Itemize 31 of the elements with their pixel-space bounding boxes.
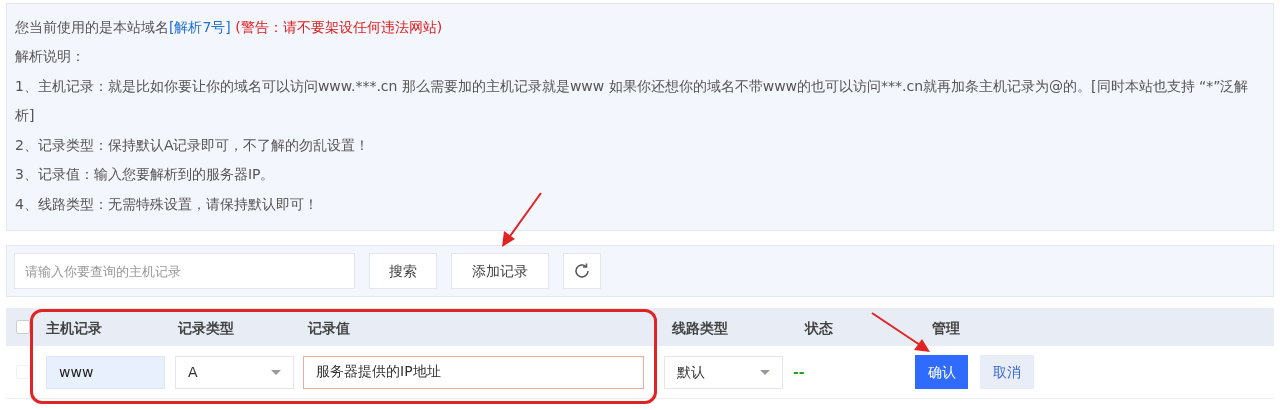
refresh-button[interactable]: [563, 253, 601, 289]
column-header: 线路类型: [672, 319, 728, 338]
arrow-drawing: [870, 311, 932, 355]
column-header: 管理: [932, 319, 960, 338]
value-field[interactable]: 服务器提供的IP地址: [303, 355, 644, 389]
refresh-icon: [572, 261, 592, 281]
notice-text: 4、线路类型：无需特殊设置，请保持默认即可！: [15, 194, 319, 214]
column-header: 主机记录: [46, 319, 102, 338]
checkbox[interactable]: [16, 320, 30, 334]
notice-text: 您当前使用的是本站域名[解析7号] (警告：请不要架设任何违法网站): [15, 18, 444, 37]
select-value: 默认: [677, 362, 705, 382]
confirm-button[interactable]: 确认: [915, 355, 968, 389]
notice-text: 3、记录值：输入您要解析到的服务器IP。: [15, 165, 276, 184]
search-field[interactable]: 请输入你要查询的主机记录: [14, 253, 355, 289]
host-field[interactable]: www: [46, 355, 165, 389]
add-record-button[interactable]: 添加记录: [451, 253, 549, 289]
notice-text: 解析说明：: [15, 47, 86, 66]
caret-icon: [760, 369, 770, 375]
cancel-button[interactable]: 取消: [980, 355, 1034, 389]
arrow-drawing: [500, 191, 544, 249]
caret-icon: [271, 369, 281, 375]
search-button[interactable]: 搜索: [369, 253, 437, 289]
line-select[interactable]: 默认: [664, 355, 783, 389]
type-select[interactable]: A: [175, 355, 294, 389]
status-text: --: [793, 362, 805, 382]
select-value: A: [188, 362, 198, 382]
notice-text: 1、主机记录：就是比如你要让你的域名可以访问www.***.cn 那么需要加的主机记录就是www 如果你还想你的域名不带www的也可以访问***.cn就再加条主机记录为@的。[同时本站也支持 “*”泛解析]: [15, 76, 1250, 125]
column-header: 记录类型: [178, 319, 234, 338]
column-header: 状态: [805, 319, 833, 338]
notice-text: 2、记录类型：保持默认A记录即可，不了解的勿乱设置！: [15, 135, 371, 155]
column-header: 记录值: [308, 319, 350, 338]
